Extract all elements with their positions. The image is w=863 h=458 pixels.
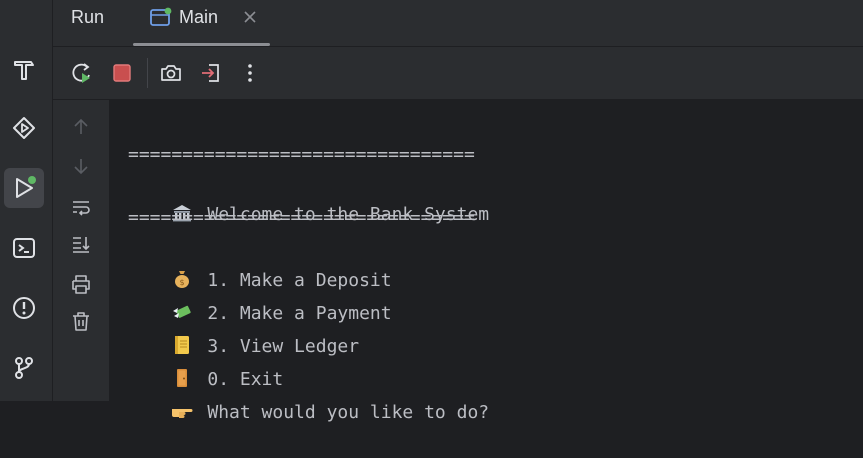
menu-option-payment: 2. Make a Payment <box>128 269 392 324</box>
console-toolbar <box>53 100 110 401</box>
close-icon[interactable] <box>241 8 259 26</box>
soft-wrap-icon[interactable] <box>67 193 95 221</box>
exit-icon[interactable] <box>197 59 225 87</box>
pointing-hand-icon <box>172 409 193 418</box>
services-icon[interactable] <box>4 108 44 148</box>
prompt-text: What would you like to do? <box>207 402 490 423</box>
separator-line: ================================ <box>128 207 475 228</box>
input-prompt: What would you like to do? <box>128 368 489 423</box>
run-icon[interactable] <box>4 168 44 208</box>
run-toolbar <box>53 47 863 100</box>
arrow-down-icon[interactable] <box>67 152 95 180</box>
menu-option-ledger: 3. View Ledger <box>128 302 359 357</box>
scroll-to-end-icon[interactable] <box>67 230 95 258</box>
application-window-icon <box>150 7 172 26</box>
print-icon[interactable] <box>67 270 95 298</box>
console-output[interactable]: ================================ Welcome… <box>110 100 863 423</box>
git-icon[interactable] <box>4 348 44 388</box>
screenshot-icon[interactable] <box>157 59 185 87</box>
separator-line: ================================ <box>128 144 475 165</box>
rerun-icon[interactable] <box>68 59 96 87</box>
terminal-icon[interactable] <box>4 228 44 268</box>
menu-option-exit: 0. Exit <box>128 335 283 390</box>
problems-icon[interactable] <box>4 288 44 328</box>
tool-window-strip <box>0 0 53 401</box>
run-tabbar: Run Main <box>53 0 863 47</box>
welcome-line: Welcome to the Bank System <box>128 170 489 225</box>
more-icon[interactable] <box>236 59 264 87</box>
trash-icon[interactable] <box>67 307 95 335</box>
build-hammer-icon[interactable] <box>4 49 44 89</box>
tab-selected-indicator <box>133 43 270 46</box>
menu-option-deposit: $ 1. Make a Deposit <box>128 236 392 291</box>
arrow-up-icon[interactable] <box>67 113 95 141</box>
tab-label: Main <box>179 7 219 27</box>
panel-title: Run <box>71 7 105 27</box>
toolbar-divider <box>147 58 148 88</box>
stop-icon[interactable] <box>108 59 136 87</box>
tab-main[interactable]: Main <box>133 0 270 46</box>
